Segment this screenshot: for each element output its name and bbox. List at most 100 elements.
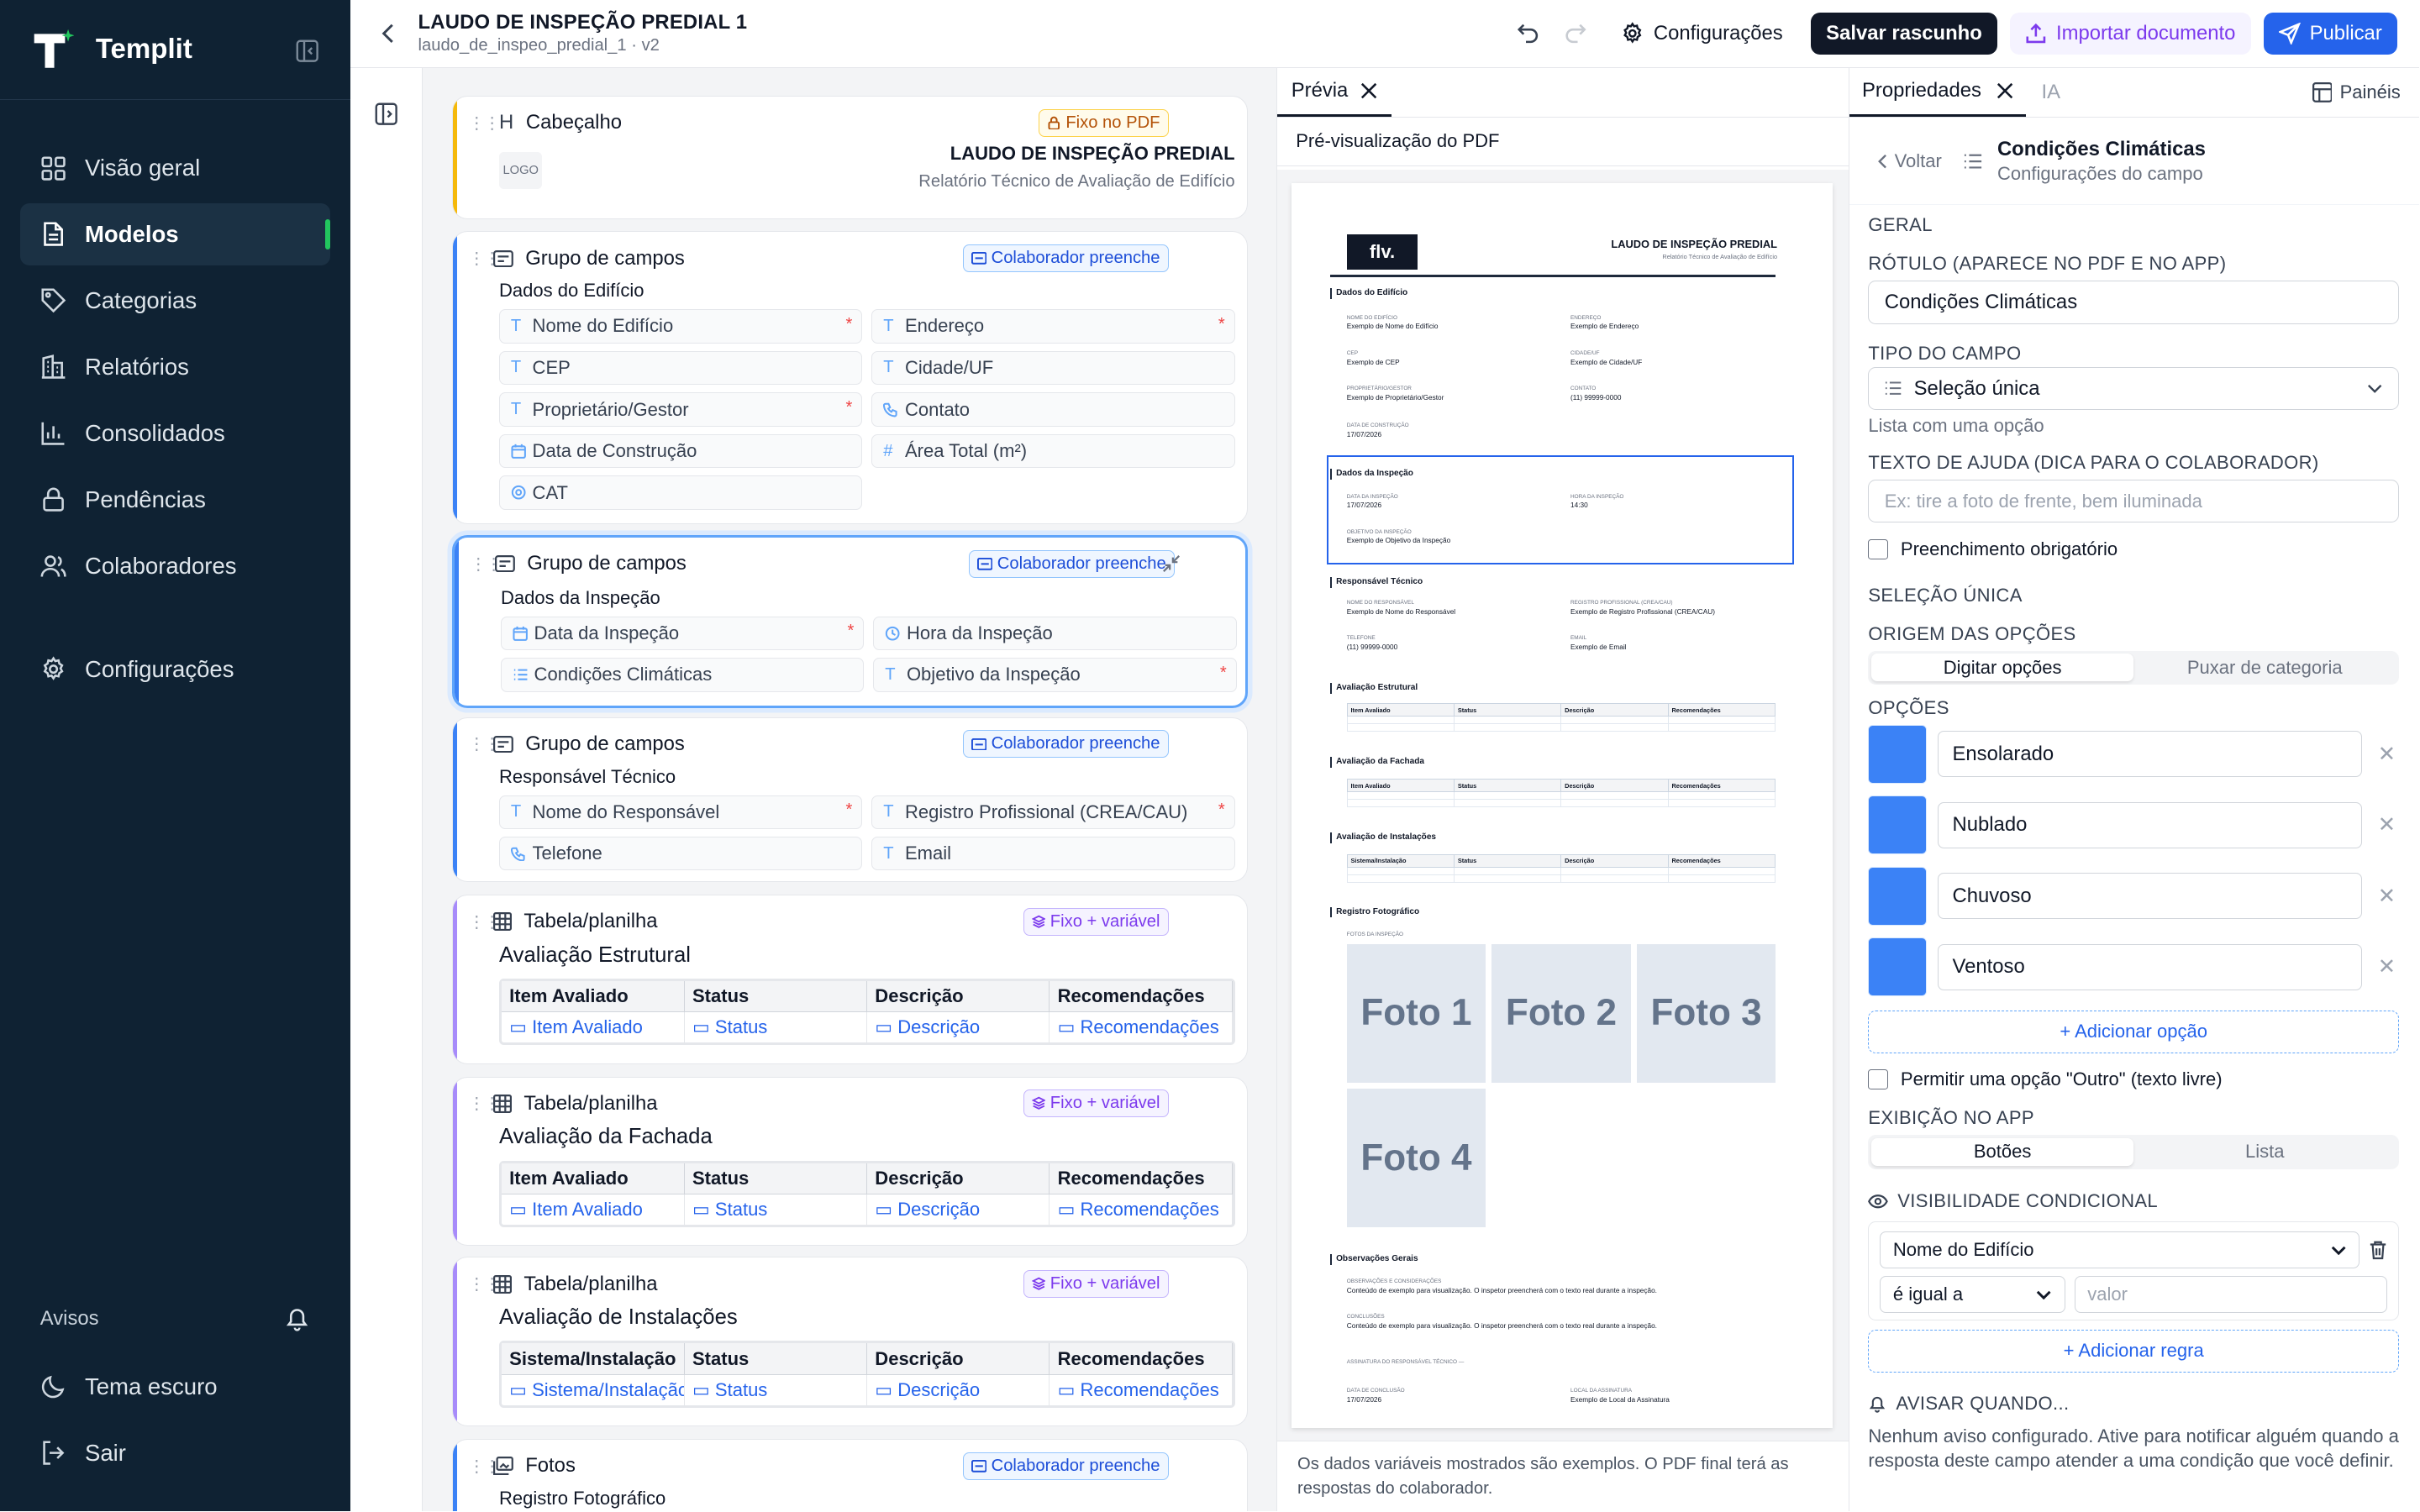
table-variable-cell[interactable]: ▭ Status	[684, 1194, 868, 1226]
allow-other-checkbox[interactable]: Permitir uma opção "Outro" (texto livre)	[1868, 1068, 2223, 1090]
tab-properties[interactable]: Propriedades	[1849, 67, 2027, 117]
field-chip[interactable]: T Registro Profissional (CREA/CAU) *	[871, 795, 1235, 829]
drag-handle-icon[interactable]: ⋮⋮	[468, 248, 501, 269]
save-draft-button[interactable]: Salvar rascunho	[1810, 13, 1998, 55]
nav-categorias[interactable]: Categorias	[20, 270, 330, 331]
drag-handle-icon[interactable]: ⋮⋮	[468, 733, 501, 754]
help-text-input[interactable]: Ex: tire a foto de frente, bem iluminada	[1868, 479, 2399, 523]
field-chip[interactable]: T Objetivo da Inspeção *	[873, 658, 1237, 692]
field-chip[interactable]: Telefone	[499, 837, 863, 871]
bell-icon[interactable]	[284, 1305, 310, 1331]
back-button[interactable]: Voltar	[1877, 150, 1942, 172]
required-checkbox[interactable]: Preenchimento obrigatório	[1868, 538, 2118, 560]
remove-option-icon[interactable]: ✕	[2378, 884, 2396, 909]
theme-toggle[interactable]: Tema escuro	[20, 1356, 330, 1417]
logout-button[interactable]: Sair	[20, 1422, 330, 1483]
nav-consolidados[interactable]: Consolidados	[20, 402, 330, 464]
rule-field-select[interactable]: Nome do Edifício	[1880, 1231, 2360, 1269]
field-chip[interactable]: T Nome do Responsável *	[499, 795, 863, 829]
field-chip[interactable]: T Cidade/UF	[871, 350, 1235, 386]
field-group-card[interactable]: ⋮⋮ Grupo de campos Colaborador preenche …	[451, 717, 1249, 883]
close-icon[interactable]	[1996, 82, 2013, 99]
remove-option-icon[interactable]: ✕	[2378, 742, 2396, 767]
table-variable-cell[interactable]: ▭ Sistema/Instalação	[502, 1374, 685, 1405]
settings-button[interactable]: Configurações	[1606, 13, 1798, 55]
option-input[interactable]: Nublado	[1937, 801, 2362, 848]
drag-handle-icon[interactable]: ⋮⋮	[468, 1273, 501, 1294]
table-variable-cell[interactable]: ▭ Item Avaliado	[502, 1011, 685, 1043]
drag-handle-icon[interactable]: ⋮⋮	[468, 1456, 501, 1477]
table-variable-cell[interactable]: ▭ Status	[684, 1374, 868, 1405]
field-chip[interactable]: Data da Inspeção *	[501, 616, 865, 651]
label-input[interactable]: Condições Climáticas	[1868, 281, 2399, 324]
drag-handle-icon[interactable]: ⋮⋮	[470, 554, 502, 575]
option-color-swatch[interactable]	[1868, 866, 1928, 926]
option-input[interactable]: Chuvoso	[1937, 873, 2362, 920]
option-color-swatch[interactable]	[1868, 937, 1928, 997]
table-variable-cell[interactable]: ▭ Item Avaliado	[502, 1194, 685, 1226]
drag-handle-icon[interactable]: ⋮⋮	[468, 113, 501, 134]
rule-value-input[interactable]: valor	[2074, 1276, 2388, 1314]
import-document-button[interactable]: Importar documento	[2009, 13, 2251, 55]
option-input[interactable]: Ventoso	[1937, 943, 2362, 990]
field-group-card[interactable]: ⋮⋮ Grupo de campos Colaborador preenche …	[451, 231, 1249, 525]
header-block-card[interactable]: ⋮⋮ H Cabeçalho Fixo no PDF LOGO LAUDO DE…	[451, 95, 1249, 219]
nav-pendencias[interactable]: Pendências	[20, 469, 330, 530]
field-chip[interactable]: T Proprietário/Gestor *	[499, 392, 863, 427]
toggle-panel-icon[interactable]	[374, 102, 398, 1511]
origin-from-category[interactable]: Puxar de categoria	[2133, 654, 2396, 681]
field-chip[interactable]: Data de Construção	[499, 433, 863, 469]
table-variable-cell[interactable]: ▭ Status	[684, 1011, 868, 1043]
rule-operator-select[interactable]: é igual a	[1880, 1276, 2065, 1314]
field-group-card-selected[interactable]: ⋮⋮ Grupo de campos Colaborador preenche …	[451, 535, 1249, 708]
back-chevron-icon[interactable]	[381, 23, 396, 45]
field-chip[interactable]: # Área Total (m²)	[871, 433, 1235, 469]
redo-icon[interactable]	[1564, 22, 1587, 45]
tab-preview[interactable]: Prévia	[1277, 68, 1392, 117]
checkbox-box[interactable]	[1868, 1069, 1889, 1090]
nav-colaboradores[interactable]: Colaboradores	[20, 535, 330, 596]
add-option-button[interactable]: + Adicionar opção	[1868, 1010, 2399, 1053]
table-block-card[interactable]: ⋮⋮ Tabela/planilha Fixo + variável Avali…	[451, 1257, 1249, 1427]
remove-option-icon[interactable]: ✕	[2378, 812, 2396, 837]
drag-handle-icon[interactable]: ⋮⋮	[468, 911, 501, 932]
table-variable-cell[interactable]: ▭ Recomendações	[1049, 1194, 1233, 1226]
field-chip[interactable]: Condições Climáticas	[501, 658, 865, 692]
trash-icon[interactable]	[2369, 1240, 2387, 1260]
checkbox-box[interactable]	[1868, 538, 1889, 559]
close-icon[interactable]	[1360, 82, 1377, 99]
option-color-swatch[interactable]	[1868, 795, 1928, 855]
field-chip[interactable]: Hora da Inspeção	[873, 616, 1237, 651]
panels-button[interactable]: Painéis	[2312, 81, 2401, 103]
origin-type-options[interactable]: Digitar opções	[1871, 654, 2134, 682]
field-chip[interactable]: Contato	[871, 392, 1235, 427]
nav-modelos[interactable]: Modelos	[19, 203, 330, 265]
add-rule-button[interactable]: + Adicionar regra	[1868, 1329, 2399, 1373]
table-block-card[interactable]: ⋮⋮ Tabela/planilha Fixo + variável Avali…	[451, 894, 1249, 1064]
publish-button[interactable]: Publicar	[2263, 13, 2398, 55]
table-variable-cell[interactable]: ▭ Recomendações	[1049, 1011, 1233, 1043]
option-input[interactable]: Ensolarado	[1937, 731, 2362, 778]
tab-ia[interactable]: IA	[2026, 68, 2073, 117]
collapse-sidebar-icon[interactable]	[295, 39, 319, 63]
drag-handle-icon[interactable]: ⋮⋮	[468, 1093, 501, 1114]
field-chip[interactable]: T CEP	[499, 350, 863, 386]
table-variable-cell[interactable]: ▭ Descrição	[866, 1374, 1050, 1405]
nav-relatorios[interactable]: Relatórios	[20, 336, 330, 397]
table-block-card[interactable]: ⋮⋮ Tabela/planilha Fixo + variável Avali…	[451, 1076, 1249, 1247]
collapse-icon[interactable]	[1162, 554, 1181, 573]
nav-configuracoes[interactable]: Configurações	[20, 638, 330, 700]
display-buttons[interactable]: Botões	[1871, 1137, 2134, 1166]
remove-option-icon[interactable]: ✕	[2378, 954, 2396, 979]
table-variable-cell[interactable]: ▭ Descrição	[866, 1194, 1050, 1226]
table-variable-cell[interactable]: ▭ Descrição	[866, 1011, 1050, 1043]
display-list[interactable]: Lista	[2133, 1138, 2396, 1166]
undo-icon[interactable]	[1517, 22, 1540, 45]
field-chip[interactable]: T Email	[871, 837, 1235, 871]
nav-visao-geral[interactable]: Visão geral	[20, 137, 330, 198]
field-chip[interactable]: T Endereço *	[871, 309, 1235, 344]
field-chip[interactable]: CAT	[499, 475, 863, 510]
table-variable-cell[interactable]: ▭ Recomendações	[1049, 1374, 1233, 1405]
field-chip[interactable]: T Nome do Edifício *	[499, 309, 863, 344]
field-type-select[interactable]: Seleção única	[1868, 366, 2399, 411]
